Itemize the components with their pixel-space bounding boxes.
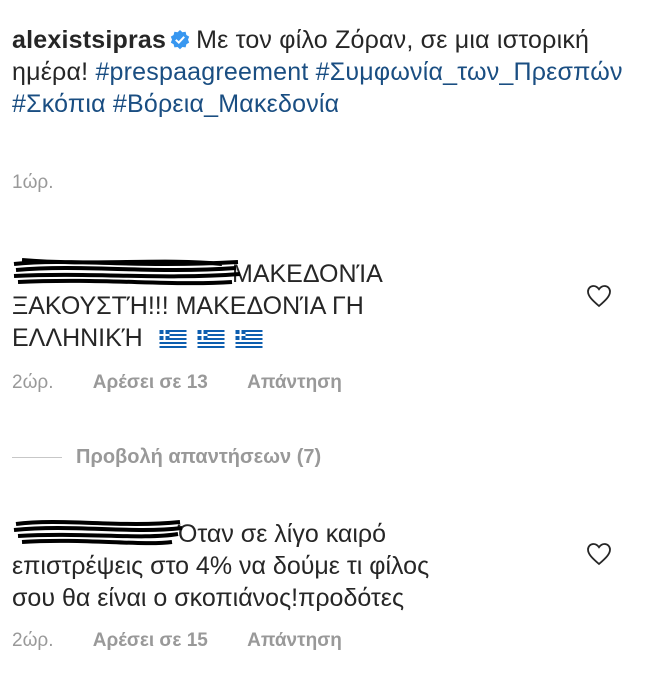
comment-1: ΜΑΚΕΔΟΝΊΑ ΞΑΚΟΥΣΤΉ!!! ΜΑΚΕΔΟΝΊΑ ΓΗ ΕΛΛΗΝ… [12, 258, 572, 354]
greek-flag-icon [159, 330, 187, 348]
likes-count-link[interactable]: Αρέσει σε 13 [93, 372, 208, 393]
comment-1-meta: 2ώρ. Αρέσει σε 13 Απάντηση [12, 372, 376, 394]
hashtag-link[interactable]: #prespaagreement [95, 58, 308, 86]
hashtag-link[interactable]: #Συμφωνία_των_Πρεσπών [316, 58, 623, 86]
view-replies-button[interactable]: Προβολή απαντήσεων (7) [12, 446, 321, 469]
redacted-username [12, 258, 241, 286]
comment-text: Όταν σε λίγο καιρό [178, 520, 387, 548]
comment-2: Όταν σε λίγο καιρό επιστρέψεις στο 4% να… [12, 518, 572, 614]
view-replies-label: Προβολή απαντήσεων (7) [76, 446, 322, 468]
comment-text: ΞΑΚΟΥΣΤΉ!!! ΜΑΚΕΔΟΝΊΑ ΓΗ [12, 292, 364, 320]
reply-button[interactable]: Απάντηση [247, 372, 342, 393]
like-heart-icon[interactable] [586, 284, 612, 308]
comment-2-meta: 2ώρ. Αρέσει σε 15 Απάντηση [12, 630, 376, 652]
greek-flag-icon [197, 330, 225, 348]
redaction-scribble [13, 520, 183, 546]
comment-timestamp: 2ώρ. [12, 630, 54, 651]
post-caption: alexistsipras Με τον φίλο Ζόραν, σε μια … [12, 24, 642, 120]
hashtag-link[interactable]: #Βόρεια_Μακεδονία [113, 90, 339, 118]
likes-count-link[interactable]: Αρέσει σε 15 [93, 630, 208, 651]
comment-text: ΕΛΛΗΝΙΚΉ [12, 324, 143, 352]
comment-timestamp: 2ώρ. [12, 372, 54, 393]
redaction-scribble [13, 258, 241, 286]
greek-flag-icon [235, 330, 263, 348]
reply-button[interactable]: Απάντηση [247, 630, 342, 651]
comment-text: επιστρέψεις στο 4% να δούμε τι φίλος [12, 552, 430, 580]
verified-badge-icon [170, 30, 190, 50]
comment-text: σου θα είναι ο σκοπιάνος!προδότες [12, 584, 404, 612]
redacted-username [12, 520, 183, 546]
like-heart-icon[interactable] [586, 542, 612, 566]
hashtag-link[interactable]: #Σκόπια [12, 90, 106, 118]
username-link[interactable]: alexistsipras [12, 26, 166, 54]
replies-divider-line [12, 457, 62, 459]
comment-text: ΜΑΚΕΔΟΝΊΑ [232, 260, 383, 288]
post-timestamp: 1ώρ. [12, 172, 54, 193]
